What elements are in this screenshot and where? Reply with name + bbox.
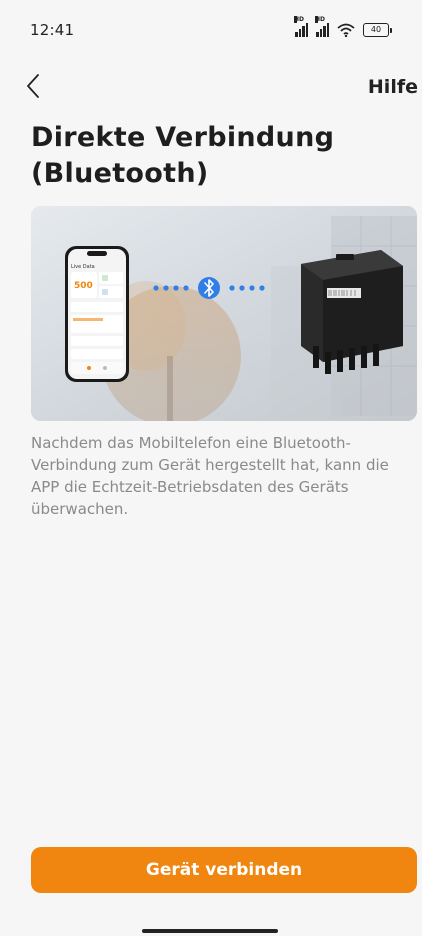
top-nav: Hilfe <box>0 62 422 112</box>
signal-icon-2: HD <box>315 16 329 37</box>
help-link[interactable]: Hilfe <box>368 76 418 98</box>
page-title: Direkte Verbindung (Bluetooth) <box>31 122 335 189</box>
battery-icon: 40 <box>363 23 392 37</box>
phone-power-value: 500 <box>74 281 93 291</box>
signal-hd-label: HD <box>294 16 305 23</box>
battery-level: 40 <box>363 23 389 37</box>
phone-header-text: Live Data <box>71 264 95 270</box>
signal-icon: HD <box>294 16 308 37</box>
status-icons: HD HD 40 <box>294 16 392 37</box>
phone-mockup: Live Data 500 <box>65 246 129 382</box>
home-indicator[interactable] <box>142 929 278 933</box>
bluetooth-icon <box>198 277 220 299</box>
wifi-icon <box>337 23 355 37</box>
chevron-left-icon <box>26 73 40 103</box>
signal-hd-label-2: HD <box>315 16 326 23</box>
status-bar: 12:41 HD HD 40 <box>0 0 422 60</box>
page-description: Nachdem das Mobiltelefon eine Bluetooth-… <box>31 434 389 518</box>
bluetooth-illustration: Live Data 500 <box>31 206 417 421</box>
back-button[interactable] <box>26 70 62 106</box>
status-time: 12:41 <box>30 21 75 39</box>
connect-device-button[interactable]: Gerät verbinden <box>31 847 417 893</box>
